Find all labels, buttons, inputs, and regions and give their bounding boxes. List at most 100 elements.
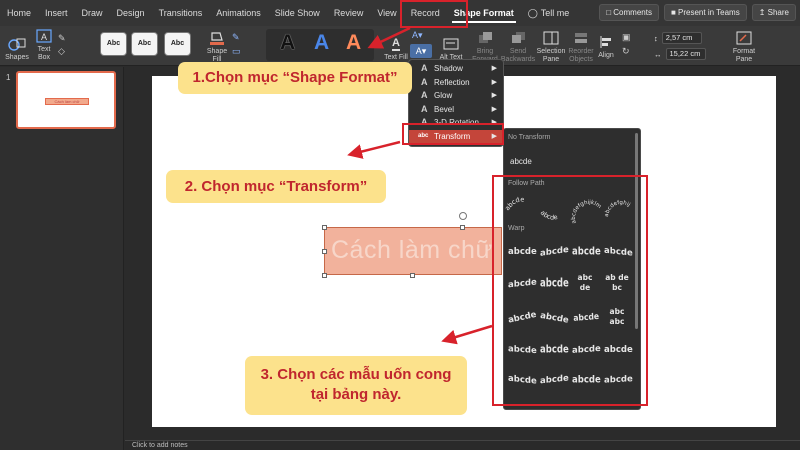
align-button[interactable]: Align	[596, 26, 616, 60]
step3-line2: tại bảng này.	[310, 386, 402, 403]
reorder-objects-label: Reorder Objects	[568, 48, 594, 63]
shape-text[interactable]: Cách làm chữ	[331, 236, 493, 265]
shape-width-field[interactable]: ↔ 15,22 cm	[654, 47, 714, 61]
menu-item-shadow-label: Shadow	[434, 64, 463, 73]
reflection-icon: A	[421, 76, 428, 87]
glow-icon: A	[421, 90, 428, 100]
send-backward-label: Send Backwards	[500, 48, 536, 63]
height-value[interactable]: 2,57 cm	[661, 32, 702, 44]
wordart-style-orange[interactable]: A	[346, 31, 361, 55]
tab-animations[interactable]: Animations	[209, 0, 268, 26]
present-in-teams-button[interactable]: ■ Present in Teams	[663, 4, 747, 21]
text-box-button[interactable]: A Text Box	[32, 26, 56, 62]
wordart-style-blue[interactable]: A	[314, 31, 329, 55]
menu-item-reflection[interactable]: A Reflection ▶	[409, 76, 503, 90]
shapes-icon	[8, 36, 26, 52]
shape-style-1[interactable]: Abc	[100, 32, 127, 56]
selected-text-shape[interactable]: Cách làm chữ	[324, 227, 502, 275]
selection-pane-icon	[542, 30, 560, 46]
shapes-button[interactable]: Shapes	[4, 30, 30, 62]
highlight-shape-format-tab	[400, 0, 468, 28]
wordart-styles-gallery: A A A	[266, 29, 374, 61]
format-pane-label: Format Pane	[732, 48, 756, 63]
lightbulb-icon: ◯	[527, 8, 538, 18]
teams-icon: ■	[670, 8, 679, 17]
shapes-label: Shapes	[5, 54, 29, 61]
resize-handle-tm[interactable]	[460, 225, 465, 230]
resize-handle-bm[interactable]	[410, 273, 415, 278]
shape-outline-effects-icons[interactable]: ✎ ▭	[232, 30, 254, 60]
text-fill-icon: A	[392, 36, 400, 51]
bevel-icon: A	[421, 103, 428, 114]
powerpoint-window: Home Insert Draw Design Transitions Anim…	[0, 0, 800, 450]
svg-text:A: A	[41, 32, 47, 42]
shape-fill-button[interactable]: Shape Fill	[203, 26, 231, 64]
no-transform-option[interactable]: abcde	[510, 157, 532, 166]
menu-item-glow-label: Glow	[434, 91, 453, 100]
wordart-style-black[interactable]: A	[280, 31, 295, 55]
tab-design[interactable]: Design	[110, 0, 152, 26]
tab-transitions[interactable]: Transitions	[152, 0, 210, 26]
header-actions: □ Comments ■ Present in Teams ↥ Share	[599, 4, 796, 21]
shape-style-3[interactable]: Abc	[164, 32, 191, 56]
text-outline-icon[interactable]: A▾	[412, 30, 430, 42]
highlight-transform-gallery	[492, 175, 648, 406]
shape-style-2[interactable]: Abc	[131, 32, 158, 56]
width-value[interactable]: 15,22 cm	[665, 48, 706, 60]
send-backward-icon	[509, 30, 527, 46]
slide-thumbnail[interactable]: Cách làm chữ	[16, 71, 116, 129]
paint-bucket-icon	[208, 30, 226, 46]
alt-text-button[interactable]: Alt Text	[438, 26, 464, 62]
text-fill-button[interactable]: A Text Fill	[380, 26, 412, 62]
resize-handle-tl[interactable]	[322, 225, 327, 230]
submenu-arrow-icon: ▶	[491, 65, 497, 72]
submenu-arrow-icon: ▶	[491, 92, 497, 99]
width-icon: ↔	[654, 49, 662, 59]
resize-handle-ml[interactable]	[322, 249, 327, 254]
text-effects-button[interactable]: A▾	[410, 44, 432, 58]
notes-pane[interactable]: Click to add notes	[125, 440, 800, 450]
present-label: Present in Teams	[678, 8, 740, 17]
menu-item-glow[interactable]: A Glow ▶	[409, 89, 503, 103]
notes-placeholder: Click to add notes	[132, 442, 188, 449]
tab-home[interactable]: Home	[0, 0, 38, 26]
slide-thumbnail-pane: 1 Cách làm chữ	[0, 67, 124, 450]
step3-callout: 3. Chọn các mẫu uốn cong tại bảng này.	[245, 356, 467, 415]
tab-slide-show[interactable]: Slide Show	[268, 0, 327, 26]
comments-button[interactable]: □ Comments	[599, 4, 659, 21]
menu-item-bevel[interactable]: A Bevel ▶	[409, 103, 503, 117]
tab-insert[interactable]: Insert	[38, 0, 75, 26]
selection-pane-button[interactable]: Selection Pane	[536, 26, 566, 64]
step2-callout: 2. Chọn mục “Transform”	[166, 170, 386, 203]
align-label: Align	[598, 52, 614, 59]
resize-handle-bl[interactable]	[322, 273, 327, 278]
tab-review[interactable]: Review	[327, 0, 371, 26]
highlight-transform-item	[402, 123, 504, 145]
rotation-handle[interactable]	[459, 212, 467, 220]
submenu-arrow-icon: ▶	[491, 105, 497, 113]
tab-draw[interactable]: Draw	[75, 0, 110, 26]
share-button[interactable]: ↥ Share	[751, 4, 796, 21]
text-box-icon: A	[35, 28, 53, 44]
group-rotate-icons[interactable]: ▣ ↻	[622, 30, 638, 60]
comments-label: Comments	[613, 8, 652, 17]
shape-height-field[interactable]: ↕ 2,57 cm	[654, 31, 714, 45]
reorder-objects-button[interactable]: Reorder Objects	[566, 26, 596, 64]
send-backward-button[interactable]: Send Backwards	[500, 26, 536, 64]
format-pane-icon	[735, 30, 753, 46]
menu-item-shadow[interactable]: A Shadow ▶	[409, 62, 503, 76]
submenu-arrow-icon: ▶	[491, 78, 497, 86]
edit-shape-icons[interactable]: ✎ ◇	[58, 32, 76, 58]
step1-callout: 1.Chọn mục “Shape Format”	[178, 62, 412, 94]
reorder-objects-icon	[572, 30, 590, 46]
bring-forward-icon	[476, 30, 494, 46]
format-pane-button[interactable]: Format Pane	[728, 26, 760, 64]
share-label: Share	[767, 8, 789, 17]
tell-me-search[interactable]: ◯ Tell me	[521, 0, 577, 26]
share-icon: ↥	[758, 8, 768, 17]
height-icon: ↕	[654, 33, 658, 43]
text-box-label: Text Box	[37, 46, 51, 61]
tab-view[interactable]: View	[370, 0, 403, 26]
text-fill-label: Text Fill	[384, 54, 408, 61]
thumbnail-shape: Cách làm chữ	[45, 98, 89, 105]
